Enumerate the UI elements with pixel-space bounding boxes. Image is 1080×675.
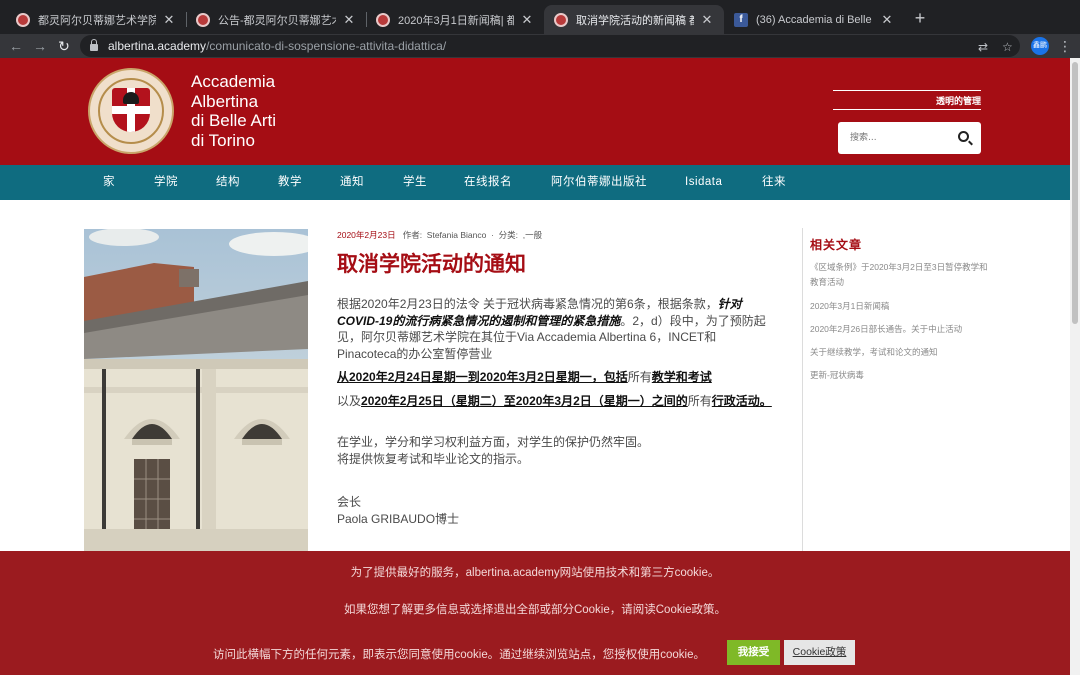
browser-tab[interactable]: f (36) Accademia di Belle Arti di T ✕ (724, 5, 904, 34)
academy-seal-logo[interactable] (88, 68, 174, 154)
close-icon[interactable]: ✕ (700, 12, 714, 28)
transparency-link[interactable]: 透明的管理 (833, 90, 981, 110)
nav-item-press[interactable]: 阿尔伯蒂娜出版社 (551, 165, 647, 200)
logo-line: Albertina (191, 91, 259, 111)
paragraph-text: 所有 (627, 370, 652, 384)
browser-tab-strip: 都灵阿尔贝蒂娜艺术学院 ✕ 公告-都灵阿尔贝蒂娜艺术学院 ✕ 2020年3月1日… (0, 0, 1080, 34)
article-signature: 会长 Paola GRIBAUDO博士 (337, 494, 773, 527)
category-label: 分类: (498, 230, 518, 240)
close-icon[interactable]: ✕ (880, 12, 894, 28)
tab-title: (36) Accademia di Belle Arti di T (756, 13, 874, 26)
admin-emphasis: 行政活动。 (711, 394, 772, 408)
address-bar[interactable]: albertina.academy/comunicato-di-sospensi… (80, 35, 1020, 57)
signature-name: Paola GRIBAUDO博士 (337, 511, 460, 526)
browser-tab[interactable]: 都灵阿尔贝蒂娜艺术学院 ✕ (6, 5, 186, 34)
article-category[interactable]: ,一般 (523, 230, 542, 240)
nav-item-home[interactable]: 家 (103, 165, 115, 200)
accept-cookies-button[interactable]: 我接受 (727, 640, 780, 665)
cookie-banner: 为了提供最好的服务，albertina.academy网站使用技术和第三方coo… (0, 551, 1070, 675)
close-icon[interactable]: ✕ (520, 12, 534, 28)
signature-role: 会长 (337, 495, 362, 509)
translate-icon[interactable]: ⇄ (978, 39, 988, 55)
browser-toolbar: ← → ↻ albertina.academy/comunicato-di-so… (0, 34, 1080, 58)
article-paragraph: 在学业，学分和学习权利益方面，对学生的保护仍然牢固。 将提供恢复考试和毕业论文的… (337, 434, 773, 467)
logo-line: di Belle Arti (191, 111, 277, 130)
paragraph-text: 根据2020年2月23日的法令 关于冠状病毒紧急情况的第6条，根据条款， (337, 297, 718, 311)
tab-title: 都灵阿尔贝蒂娜艺术学院 (38, 14, 156, 27)
back-arrow-icon[interactable]: ← (6, 36, 26, 56)
related-article-link[interactable]: 更新-冠状病毒 (810, 368, 988, 383)
logo-line: Accademia (191, 72, 276, 91)
date-range-emphasis: 2020年2月25日（星期二）至2020年3月2日（星期一）之间的 (361, 394, 688, 408)
facebook-icon: f (734, 12, 748, 27)
close-icon[interactable]: ✕ (162, 12, 176, 28)
site-header: Accademia Albertina di Belle Arti di Tor… (0, 58, 1070, 165)
cookie-text: 如果您想了解更多信息或选择退出全部或部分Cookie，请阅读Cookie政策。 (343, 604, 727, 616)
tab-title: 公告-都灵阿尔贝蒂娜艺术学院 (218, 14, 336, 27)
building-photo (84, 229, 308, 551)
article-date[interactable]: 2020年2月23日 (337, 230, 396, 240)
academy-seal-icon (376, 12, 390, 27)
author-label: 作者: (402, 230, 423, 240)
related-article-link[interactable]: 关于继续教学，考试和论文的通知 (810, 345, 988, 360)
article-title: 取消学院活动的通知 (337, 252, 526, 276)
search-box (838, 122, 981, 154)
nav-item-contacts[interactable]: 往来 (762, 165, 786, 200)
article-paragraph: 根据2020年2月23日的法令 关于冠状病毒紧急情况的第6条，根据条款，针对CO… (337, 296, 773, 362)
close-icon[interactable]: ✕ (342, 12, 356, 28)
logo-wordmark[interactable]: Accademia Albertina di Belle Arti di Tor… (191, 72, 276, 150)
nav-item-isidata[interactable]: Isidata (685, 165, 722, 200)
browser-tab[interactable]: 公告-都灵阿尔贝蒂娜艺术学院 ✕ (186, 5, 366, 34)
cookie-policy-button[interactable]: Cookie政策 (784, 640, 855, 665)
academy-seal-icon (554, 12, 568, 27)
paragraph-text: 在学业，学分和学习权利益方面，对学生的保护仍然牢固。 (337, 435, 650, 449)
nav-item-students[interactable]: 学生 (403, 165, 427, 200)
cookie-text: 访问此横幅下方的任何元素，即表示您同意使用cookie。通过继续浏览站点，您授权… (213, 649, 705, 661)
article-paragraph: 以及2020年2月25日（星期二）至2020年3月2日（星期一）之间的所有行政活… (337, 393, 773, 410)
related-article-link[interactable]: 2020年2月26日部长通告。关于中止活动 (810, 322, 988, 337)
nav-item-academy[interactable]: 学院 (154, 165, 178, 200)
browser-tab-active[interactable]: 取消学院活动的新闻稿 都灵阿尔 ✕ (544, 5, 724, 34)
profile-avatar[interactable]: 鑫鹏 (1031, 37, 1049, 55)
teaching-emphasis: 教学和考试 (651, 370, 712, 384)
url-host: albertina.academy (108, 39, 207, 53)
article-author[interactable]: Stefania Bianco (427, 230, 487, 240)
related-articles-title: 相关文章 (810, 238, 863, 252)
reload-icon[interactable]: ↻ (54, 36, 74, 56)
shield-icon (112, 88, 150, 132)
building-illustration (84, 229, 308, 551)
search-icon[interactable] (958, 131, 969, 142)
star-icon[interactable]: ☆ (1002, 39, 1013, 55)
date-range-emphasis: 从2020年2月24日星期一到2020年3月2日星期一，包括 (337, 370, 628, 384)
search-input[interactable] (850, 130, 950, 146)
paragraph-text: 所有 (687, 394, 712, 408)
article-meta: 2020年2月23日 作者: Stefania Bianco · 分类: ,一般 (337, 230, 543, 240)
paragraph-text: 以及 (337, 394, 362, 408)
sidebar-divider (802, 228, 803, 551)
paragraph-text: 将提供恢复考试和毕业论文的指示。 (337, 451, 530, 466)
menu-kebab-icon[interactable]: ⋮ (1058, 36, 1072, 56)
related-article-link[interactable]: 《区域条例》于2020年3月2日至3日暂停教学和教育活动 (810, 260, 988, 290)
forward-arrow-icon[interactable]: → (30, 36, 50, 56)
page-scrollbar-thumb[interactable] (1072, 62, 1078, 324)
new-tab-button[interactable]: + (910, 8, 930, 28)
lock-icon (90, 38, 98, 51)
nav-item-enrollment[interactable]: 在线报名 (464, 165, 512, 200)
nav-item-notices[interactable]: 通知 (340, 165, 364, 200)
tab-title: 2020年3月1日新闻稿| 都灵阿尔 (398, 14, 514, 27)
nav-item-teaching[interactable]: 教学 (278, 165, 302, 200)
article-paragraph: 从2020年2月24日星期一到2020年3月2日星期一，包括所有教学和考试 (337, 369, 773, 386)
logo-line: di Torino (191, 130, 255, 150)
cookie-text: 为了提供最好的服务，albertina.academy网站使用技术和第三方coo… (350, 567, 720, 579)
related-article-link[interactable]: 2020年3月1日新闻稿 (810, 299, 988, 314)
academy-seal-icon (16, 12, 30, 27)
url-path: /comunicato-di-sospensione-attivita-dida… (206, 39, 447, 53)
tab-title: 取消学院活动的新闻稿 都灵阿尔 (576, 14, 694, 27)
main-nav: 家 学院 结构 教学 通知 学生 在线报名 阿尔伯蒂娜出版社 Isidata 往… (0, 165, 1070, 200)
browser-tab[interactable]: 2020年3月1日新闻稿| 都灵阿尔 ✕ (366, 5, 544, 34)
academy-seal-icon (196, 12, 210, 27)
nav-item-structure[interactable]: 结构 (216, 165, 240, 200)
